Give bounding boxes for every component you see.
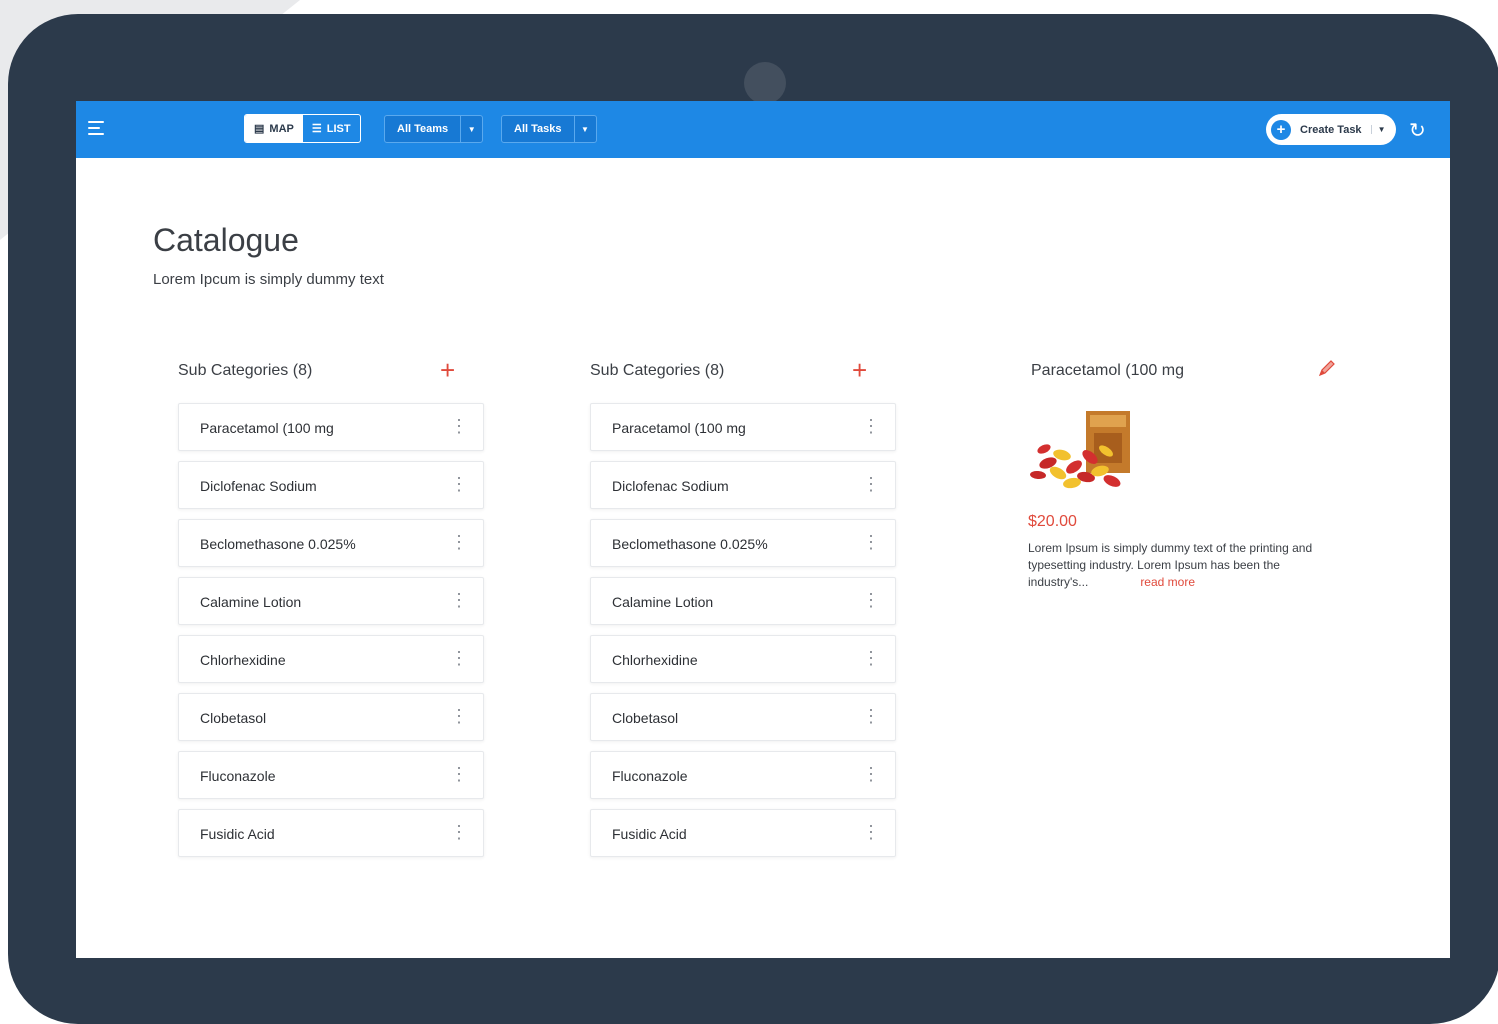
list-item[interactable]: Paracetamol (100 mg ⋮ bbox=[178, 403, 484, 451]
list-item-label: Paracetamol (100 mg bbox=[200, 420, 334, 436]
column-title: Sub Categories (8) bbox=[178, 362, 313, 379]
vertical-dots-icon[interactable]: ⋮ bbox=[450, 706, 468, 726]
list-icon: ☰ bbox=[311, 123, 322, 135]
teams-dropdown[interactable]: All Teams ▼ bbox=[384, 115, 484, 143]
list-view-label: LIST bbox=[326, 122, 351, 135]
create-task-label: Create Task bbox=[1300, 123, 1362, 136]
add-subcategory-plus-icon[interactable]: + bbox=[440, 355, 455, 385]
read-more-link[interactable]: read more bbox=[1140, 575, 1195, 589]
list-item-label: Paracetamol (100 mg bbox=[612, 420, 746, 436]
list-item-label: Clobetasol bbox=[612, 710, 679, 726]
vertical-dots-icon[interactable]: ⋮ bbox=[450, 764, 468, 784]
create-task-button[interactable]: + Create Task ▼ bbox=[1266, 114, 1396, 145]
column-header: Sub Categories (8) + bbox=[566, 355, 876, 387]
vertical-dots-icon[interactable]: ⋮ bbox=[862, 822, 880, 842]
vertical-dots-icon[interactable]: ⋮ bbox=[862, 648, 880, 668]
list-item[interactable]: Fusidic Acid ⋮ bbox=[590, 809, 896, 857]
product-description: Lorem Ipsum is simply dummy text of the … bbox=[1028, 540, 1332, 591]
list-item[interactable]: Calamine Lotion ⋮ bbox=[178, 577, 484, 625]
list-item-label: Fluconazole bbox=[612, 768, 688, 784]
list-item-label: Calamine Lotion bbox=[200, 594, 302, 610]
vertical-dots-icon[interactable]: ⋮ bbox=[862, 474, 880, 494]
list-item[interactable]: Diclofenac Sodium ⋮ bbox=[178, 461, 484, 509]
vertical-dots-icon[interactable]: ⋮ bbox=[862, 764, 880, 784]
subcategory-column-1: Sub Categories (8) + Paracetamol (100 mg… bbox=[154, 355, 484, 857]
list-item-label: Chlorhexidine bbox=[612, 652, 698, 668]
list-item[interactable]: Clobetasol ⋮ bbox=[178, 693, 484, 741]
product-title: Paracetamol (100 mg bbox=[1031, 362, 1184, 379]
product-price: $20.00 bbox=[1028, 513, 1077, 530]
list-item[interactable]: Diclofenac Sodium ⋮ bbox=[590, 461, 896, 509]
list-item[interactable]: Beclomethasone 0.025% ⋮ bbox=[178, 519, 484, 567]
view-toggle: ▤ MAP ☰ LIST bbox=[244, 114, 361, 143]
map-view-button[interactable]: ▤ MAP bbox=[245, 115, 303, 142]
top-bar: ▤ MAP ☰ LIST All Teams ▼ All Tasks ▼ + C… bbox=[76, 101, 1450, 158]
list-item-label: Beclomethasone 0.025% bbox=[200, 536, 356, 552]
teams-dropdown-label: All Teams bbox=[397, 123, 449, 135]
list-item[interactable]: Fusidic Acid ⋮ bbox=[178, 809, 484, 857]
pencil-icon[interactable] bbox=[1316, 357, 1338, 379]
add-subcategory-plus-icon[interactable]: + bbox=[852, 355, 867, 385]
list-item-label: Beclomethasone 0.025% bbox=[612, 536, 768, 552]
vertical-dots-icon[interactable]: ⋮ bbox=[450, 474, 468, 494]
list-item-label: Fluconazole bbox=[200, 768, 276, 784]
map-icon: ▤ bbox=[254, 123, 265, 135]
list-item-label: Diclofenac Sodium bbox=[612, 478, 729, 494]
chevron-down-icon: ▼ bbox=[573, 116, 596, 142]
subcategory-column-2: Sub Categories (8) + Paracetamol (100 mg… bbox=[566, 355, 896, 857]
list-item[interactable]: Fluconazole ⋮ bbox=[178, 751, 484, 799]
product-image bbox=[1030, 411, 1130, 489]
refresh-icon[interactable]: ↻ bbox=[1409, 118, 1426, 143]
page-title: Catalogue bbox=[153, 222, 299, 258]
tasks-dropdown[interactable]: All Tasks ▼ bbox=[501, 115, 597, 143]
list-item-label: Chlorhexidine bbox=[200, 652, 286, 668]
vertical-dots-icon[interactable]: ⋮ bbox=[862, 706, 880, 726]
list-item-label: Fusidic Acid bbox=[200, 826, 275, 842]
list-item-label: Calamine Lotion bbox=[612, 594, 714, 610]
vertical-dots-icon[interactable]: ⋮ bbox=[450, 648, 468, 668]
hamburger-menu-icon[interactable] bbox=[88, 121, 104, 135]
vertical-dots-icon[interactable]: ⋮ bbox=[862, 416, 880, 436]
page-subtitle: Lorem Ipcum is simply dummy text bbox=[153, 271, 384, 288]
camera-dot bbox=[744, 62, 786, 104]
list-item[interactable]: Beclomethasone 0.025% ⋮ bbox=[590, 519, 896, 567]
plus-circle-icon: + bbox=[1271, 119, 1291, 140]
list-item[interactable]: Clobetasol ⋮ bbox=[590, 693, 896, 741]
list-view-button[interactable]: ☰ LIST bbox=[303, 115, 360, 142]
tasks-dropdown-label: All Tasks bbox=[514, 123, 562, 135]
chevron-down-icon[interactable]: ▼ bbox=[1370, 125, 1385, 134]
vertical-dots-icon[interactable]: ⋮ bbox=[862, 532, 880, 552]
list-item-label: Fusidic Acid bbox=[612, 826, 687, 842]
vertical-dots-icon[interactable]: ⋮ bbox=[450, 590, 468, 610]
list-item[interactable]: Calamine Lotion ⋮ bbox=[590, 577, 896, 625]
column-title: Sub Categories (8) bbox=[590, 362, 725, 379]
column-header: Sub Categories (8) + bbox=[154, 355, 464, 387]
list-item[interactable]: Fluconazole ⋮ bbox=[590, 751, 896, 799]
map-view-label: MAP bbox=[269, 122, 294, 135]
vertical-dots-icon[interactable]: ⋮ bbox=[450, 532, 468, 552]
vertical-dots-icon[interactable]: ⋮ bbox=[450, 822, 468, 842]
vertical-dots-icon[interactable]: ⋮ bbox=[862, 590, 880, 610]
list-item[interactable]: Paracetamol (100 mg ⋮ bbox=[590, 403, 896, 451]
chevron-down-icon: ▼ bbox=[460, 116, 482, 142]
list-item[interactable]: Chlorhexidine ⋮ bbox=[178, 635, 484, 683]
list-item-label: Diclofenac Sodium bbox=[200, 478, 317, 494]
vertical-dots-icon[interactable]: ⋮ bbox=[450, 416, 468, 436]
list-item[interactable]: Chlorhexidine ⋮ bbox=[590, 635, 896, 683]
list-item-label: Clobetasol bbox=[200, 710, 267, 726]
app-screen: ▤ MAP ☰ LIST All Teams ▼ All Tasks ▼ + C… bbox=[76, 101, 1450, 958]
